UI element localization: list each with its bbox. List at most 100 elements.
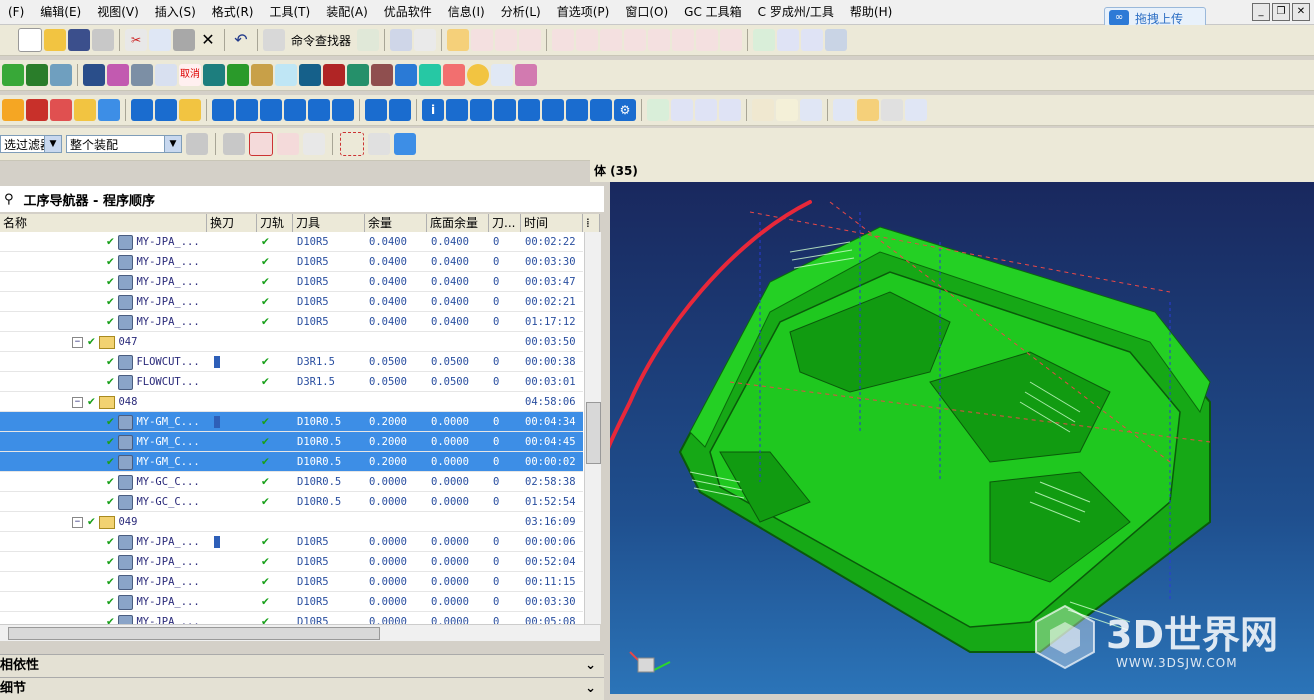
menu-analysis[interactable]: 分析(L) <box>493 0 549 24</box>
program-order-view-icon[interactable] <box>131 99 153 121</box>
menu-assembly[interactable]: 装配(A) <box>318 0 376 24</box>
generate-toolpath-icon[interactable] <box>212 99 234 121</box>
point-tool-icon[interactable] <box>447 29 470 51</box>
menu-tools[interactable]: 工具(T) <box>261 0 318 24</box>
menu-preferences[interactable]: 首选项(P) <box>549 0 618 24</box>
create-operation-icon[interactable] <box>98 99 120 121</box>
operation-row[interactable]: ✔ MY-JPA_... ✔ D10R5 0.0000 0.0000 0 00:52:04 <box>0 552 584 572</box>
template-icon[interactable] <box>719 99 741 121</box>
curve-tool-icon[interactable] <box>471 29 494 51</box>
collapse-toggle-icon[interactable]: − <box>72 516 83 528</box>
animal-tool-icon[interactable] <box>371 64 393 86</box>
snap-icon[interactable] <box>357 29 380 51</box>
column-floor-stock[interactable]: 底面余量 <box>427 214 489 232</box>
column-time[interactable]: 时间 <box>521 214 583 232</box>
cut-icon[interactable]: ✂ <box>125 29 147 51</box>
face-tool-icon[interactable] <box>299 64 321 86</box>
info-icon[interactable] <box>414 29 437 51</box>
extend-curve-icon[interactable] <box>672 29 695 51</box>
block-tool-icon[interactable] <box>203 64 225 86</box>
document-icon[interactable] <box>800 99 822 121</box>
dependencies-panel-header[interactable]: 相依性 ⌄ <box>0 654 604 677</box>
restore-button[interactable]: ❐ <box>1272 3 1290 21</box>
scrollbar-thumb[interactable] <box>586 402 601 464</box>
polyline-tool-icon[interactable] <box>600 29 623 51</box>
paste-icon[interactable] <box>173 29 195 51</box>
offset-curve-icon[interactable] <box>624 29 647 51</box>
copy-icon[interactable] <box>149 29 171 51</box>
menu-help[interactable]: 帮助(H) <box>842 0 900 24</box>
link-icon[interactable] <box>303 133 325 155</box>
operation-row[interactable]: ✔ MY-JPA_... ✔ D10R5 0.0400 0.0400 0 01:17:12 <box>0 312 584 332</box>
column-name[interactable]: 名称 <box>0 214 207 232</box>
note-icon[interactable] <box>776 99 798 121</box>
trim-curve-icon[interactable] <box>648 29 671 51</box>
cube-tool-icon[interactable] <box>395 64 417 86</box>
verify-toolpath-icon[interactable] <box>260 99 282 121</box>
create-tool-icon[interactable] <box>26 99 48 121</box>
mark-tool-icon[interactable] <box>491 64 513 86</box>
cancel-tool-icon[interactable]: 取消 <box>179 64 201 86</box>
open-folder-icon[interactable] <box>44 29 66 51</box>
operation-row[interactable]: ✔ MY-JPA_... ✔ D10R5 0.0400 0.0400 0 00:02:21 <box>0 292 584 312</box>
snap-point-icon[interactable] <box>249 132 273 156</box>
column-tool-change[interactable]: 换刀 <box>207 214 257 232</box>
box-tool-icon[interactable] <box>107 64 129 86</box>
cube-view-icon[interactable] <box>394 133 416 155</box>
delete-icon[interactable]: ✕ <box>197 29 219 51</box>
navigator-pin-icon[interactable]: ⚲ <box>4 192 14 207</box>
batch-icon[interactable] <box>671 99 693 121</box>
erase-icon[interactable] <box>368 133 390 155</box>
operation-row[interactable]: ✔ MY-JPA_... ✔ D10R5 0.0000 0.0000 0 00:11:15 <box>0 572 584 592</box>
verify-icon[interactable] <box>753 29 776 51</box>
graphics-viewport[interactable]: 3D世界网 WWW.3DSJW.COM <box>610 182 1314 694</box>
program-group-row[interactable]: − ✔ 048 04:58:06 <box>0 392 584 412</box>
operation-row[interactable]: ✔ FLOWCUT... ✔ D3R1.5 0.0500 0.0500 0 00:03:01 <box>0 372 584 392</box>
information-icon[interactable]: i <box>422 99 444 121</box>
list-icon[interactable] <box>801 29 824 51</box>
print-icon[interactable] <box>92 29 114 51</box>
feature-icon[interactable] <box>494 99 516 121</box>
intersect-curve-icon[interactable] <box>720 29 743 51</box>
operation-row[interactable]: ✔ MY-GM_C... ✔ D10R0.5 0.2000 0.0000 0 00:04:3… <box>0 412 584 432</box>
bottle-tool-icon[interactable] <box>515 64 537 86</box>
arc2-tool-icon[interactable] <box>576 29 599 51</box>
create-method-icon[interactable] <box>74 99 96 121</box>
feed-icon[interactable] <box>518 99 540 121</box>
scrollbar-thumb[interactable] <box>8 627 380 640</box>
box-select-icon[interactable] <box>340 132 364 156</box>
create-geometry-icon[interactable] <box>50 99 72 121</box>
menu-window[interactable]: 窗口(O) <box>617 0 676 24</box>
grid-icon[interactable] <box>566 99 588 121</box>
assembly-scope-select[interactable]: 整个装配 ▼ <box>66 135 182 153</box>
solid-tool-icon[interactable] <box>227 64 249 86</box>
sweep-icon[interactable] <box>50 64 72 86</box>
menu-custom-tools[interactable]: C 罗成州/工具 <box>750 0 842 24</box>
circle-tool-icon[interactable] <box>467 64 489 86</box>
operation-row[interactable]: ✔ MY-GC_C... ✔ D10R0.5 0.0000 0.0000 0 02:58:3… <box>0 472 584 492</box>
project-curve-icon[interactable] <box>696 29 719 51</box>
flag-icon[interactable] <box>752 99 774 121</box>
create-program-icon[interactable] <box>2 99 24 121</box>
program-group-row[interactable]: − ✔ 047 00:03:50 <box>0 332 584 352</box>
sheet-list-icon[interactable] <box>695 99 717 121</box>
geometry-view-icon[interactable] <box>179 99 201 121</box>
menu-view[interactable]: 视图(V) <box>89 0 147 24</box>
operation-row[interactable]: ✔ MY-GC_C... ✔ D10R0.5 0.0000 0.0000 0 01:52:5… <box>0 492 584 512</box>
close-button[interactable]: ✕ <box>1292 3 1310 21</box>
report-icon[interactable] <box>833 99 855 121</box>
crosshair-icon[interactable] <box>277 133 299 155</box>
export-icon[interactable] <box>905 99 927 121</box>
check-icon[interactable] <box>647 99 669 121</box>
type-filter-select[interactable]: 选过滤器 ▼ <box>0 135 62 153</box>
postprocess-icon[interactable] <box>308 99 330 121</box>
command-finder-button[interactable]: 命令查找器 <box>287 32 355 49</box>
undo-icon[interactable]: ↶ <box>230 29 252 51</box>
measure-icon[interactable] <box>390 29 413 51</box>
pig-tool-icon[interactable] <box>443 64 465 86</box>
arc-tool-icon[interactable] <box>495 29 518 51</box>
column-stock[interactable]: 余量 <box>365 214 427 232</box>
body-tool-icon[interactable] <box>419 64 441 86</box>
operation-row[interactable]: ✔ FLOWCUT... ✔ D3R1.5 0.0500 0.0500 0 00:00:38 <box>0 352 584 372</box>
menu-format[interactable]: 格式(R) <box>204 0 262 24</box>
